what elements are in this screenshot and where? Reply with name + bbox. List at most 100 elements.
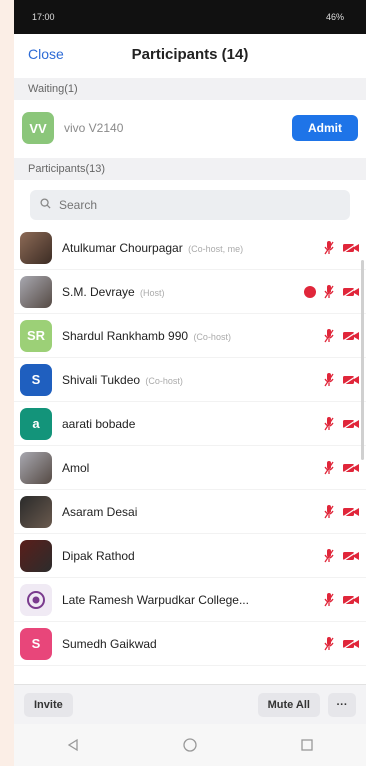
video-off-icon[interactable] bbox=[342, 594, 360, 606]
search-icon bbox=[40, 198, 51, 212]
participant-status-icons bbox=[324, 548, 360, 564]
home-icon[interactable] bbox=[180, 735, 200, 755]
video-off-icon[interactable] bbox=[342, 330, 360, 342]
mute-all-button[interactable]: Mute All bbox=[257, 692, 320, 717]
avatar bbox=[20, 451, 52, 484]
mic-muted-icon[interactable] bbox=[324, 504, 334, 520]
video-off-icon[interactable] bbox=[342, 462, 360, 474]
participants-section-label: Participants(13) bbox=[14, 158, 366, 180]
participant-row[interactable]: Dipak Rathod bbox=[14, 534, 366, 578]
participant-row[interactable]: Amol bbox=[14, 446, 366, 490]
video-off-icon[interactable] bbox=[342, 550, 360, 562]
mic-muted-icon[interactable] bbox=[324, 284, 334, 300]
phone-screen: 17:00 46% Close Participants (14) Waitin… bbox=[14, 0, 366, 766]
participant-name: Shardul Rankhamb 990 (Co-host) bbox=[62, 329, 318, 343]
participant-name-text: Amol bbox=[62, 460, 90, 475]
participant-name-text: Late Ramesh Warpudkar College... bbox=[62, 592, 249, 607]
participant-status-icons bbox=[324, 240, 360, 256]
avatar: VV bbox=[22, 112, 54, 144]
avatar: SR bbox=[20, 319, 52, 352]
recents-icon[interactable] bbox=[297, 735, 317, 755]
scrollbar[interactable] bbox=[361, 260, 364, 460]
participant-name: Shivali Tukdeo (Co-host) bbox=[62, 373, 318, 387]
search-input[interactable] bbox=[57, 197, 321, 213]
page-title: Participants (14) bbox=[131, 45, 249, 63]
avatar bbox=[20, 231, 52, 264]
participant-status-icons bbox=[324, 372, 360, 388]
participant-name-text: aarati bobade bbox=[62, 416, 136, 431]
participant-name: Asaram Desai bbox=[62, 505, 318, 519]
participant-name: Atulkumar Chourpagar (Co-host, me) bbox=[62, 241, 318, 255]
invite-button[interactable]: Invite bbox=[24, 692, 73, 717]
participant-name-text: Atulkumar Chourpagar bbox=[62, 240, 183, 255]
participant-row[interactable]: S Shivali Tukdeo (Co-host) bbox=[14, 358, 366, 402]
video-off-icon[interactable] bbox=[342, 418, 360, 430]
background-edge bbox=[0, 0, 14, 766]
close-button[interactable]: Close bbox=[28, 46, 64, 62]
mic-muted-icon[interactable] bbox=[324, 328, 334, 344]
participant-row[interactable]: Asaram Desai bbox=[14, 490, 366, 534]
participant-status-icons bbox=[324, 504, 360, 520]
participant-status-icons bbox=[304, 284, 360, 300]
mic-muted-icon[interactable] bbox=[324, 460, 334, 476]
mic-muted-icon[interactable] bbox=[324, 416, 334, 432]
participant-row[interactable]: S Sumedh Gaikwad bbox=[14, 622, 366, 666]
participant-status-icons bbox=[324, 636, 360, 652]
participant-row[interactable]: S.M. Devraye (Host) bbox=[14, 270, 366, 314]
back-icon[interactable] bbox=[63, 735, 83, 755]
android-nav-bar bbox=[14, 724, 366, 766]
participant-row[interactable]: Atulkumar Chourpagar (Co-host, me) bbox=[14, 226, 366, 270]
participant-role-tag: (Co-host) bbox=[193, 331, 231, 342]
video-off-icon[interactable] bbox=[342, 286, 360, 298]
participant-role-tag: (Co-host, me) bbox=[188, 243, 244, 254]
mic-muted-icon[interactable] bbox=[324, 548, 334, 564]
mic-muted-icon[interactable] bbox=[324, 240, 334, 256]
screen: 17:00 46% Close Participants (14) Waitin… bbox=[0, 0, 366, 766]
search-box[interactable] bbox=[30, 190, 350, 220]
more-button[interactable]: ··· bbox=[328, 692, 356, 717]
participant-name-text: Shivali Tukdeo bbox=[62, 372, 141, 387]
participant-row[interactable]: a aarati bobade bbox=[14, 402, 366, 446]
mic-muted-icon[interactable] bbox=[324, 636, 334, 652]
status-bar: 17:00 46% bbox=[14, 0, 366, 34]
participant-name: S.M. Devraye (Host) bbox=[62, 285, 298, 299]
participant-role-tag: (Co-host) bbox=[145, 375, 183, 386]
video-off-icon[interactable] bbox=[342, 638, 360, 650]
avatar bbox=[20, 275, 52, 308]
participant-row[interactable]: Late Ramesh Warpudkar College... bbox=[14, 578, 366, 622]
participant-status-icons bbox=[324, 328, 360, 344]
participant-name-text: Shardul Rankhamb 990 bbox=[62, 328, 189, 343]
participant-role-tag: (Host) bbox=[140, 287, 165, 298]
status-battery: 46% bbox=[325, 12, 344, 22]
bottom-toolbar: Invite Mute All ··· bbox=[14, 684, 366, 724]
participant-row[interactable]: SR Shardul Rankhamb 990 (Co-host) bbox=[14, 314, 366, 358]
college-logo-icon bbox=[27, 590, 45, 609]
participant-name: Late Ramesh Warpudkar College... bbox=[62, 593, 318, 607]
participant-name: Sumedh Gaikwad bbox=[62, 637, 318, 651]
participant-name-text: Dipak Rathod bbox=[62, 548, 135, 563]
header: Close Participants (14) bbox=[14, 34, 366, 74]
video-off-icon[interactable] bbox=[342, 506, 360, 518]
participant-name-text: Asaram Desai bbox=[62, 504, 138, 519]
waiting-name: vivo V2140 bbox=[64, 121, 124, 135]
avatar: a bbox=[20, 407, 52, 440]
admit-button[interactable]: Admit bbox=[292, 115, 358, 141]
avatar: S bbox=[20, 363, 52, 396]
waiting-section-label: Waiting(1) bbox=[14, 78, 366, 100]
status-time: 17:00 bbox=[32, 12, 55, 22]
avatar bbox=[20, 583, 52, 616]
video-off-icon[interactable] bbox=[342, 242, 360, 254]
participant-name: aarati bobade bbox=[62, 417, 318, 431]
participant-status-icons bbox=[324, 460, 360, 476]
participant-name: Dipak Rathod bbox=[62, 549, 318, 563]
mic-muted-icon[interactable] bbox=[324, 592, 334, 608]
avatar: S bbox=[20, 627, 52, 660]
participant-name-text: S.M. Devraye bbox=[62, 284, 135, 299]
waiting-row: VV vivo V2140 Admit bbox=[14, 106, 366, 150]
participant-status-icons bbox=[324, 416, 360, 432]
video-off-icon[interactable] bbox=[342, 374, 360, 386]
mic-muted-icon[interactable] bbox=[324, 372, 334, 388]
avatar bbox=[20, 539, 52, 572]
search-area bbox=[14, 182, 366, 226]
recording-icon bbox=[304, 285, 316, 298]
